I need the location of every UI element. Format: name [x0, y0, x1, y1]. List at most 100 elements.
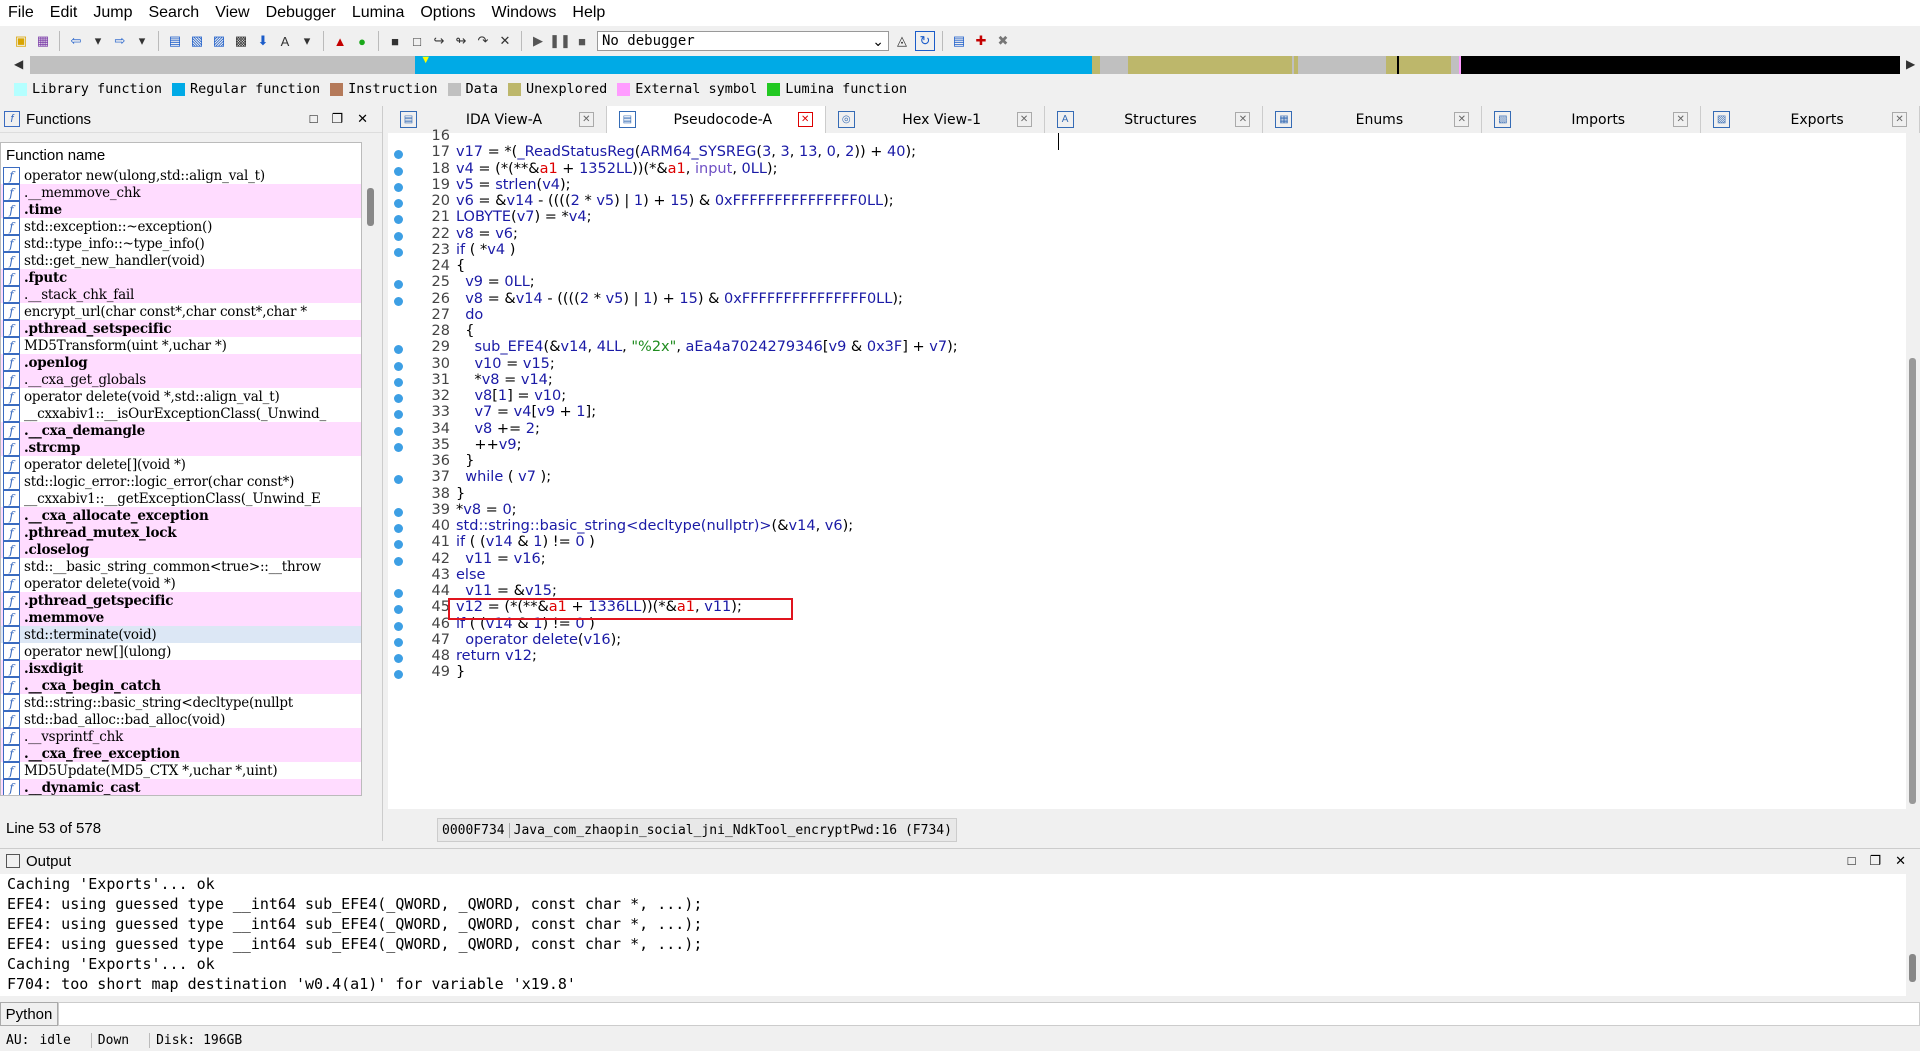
debugger-select[interactable]: No debugger ⌄ [597, 31, 889, 51]
python-language-button[interactable]: Python [0, 1002, 58, 1026]
tab-close-icon[interactable]: ✕ [1673, 112, 1689, 127]
tab-close-icon[interactable]: ✕ [1892, 112, 1908, 127]
function-list-item[interactable]: f .__memmove_chk [1, 184, 361, 201]
line-marker-dot-icon[interactable] [394, 621, 403, 631]
breakpoint-icon[interactable]: ■ [386, 32, 404, 50]
menu-windows[interactable]: Windows [483, 4, 564, 22]
python-command-input[interactable] [58, 1002, 1920, 1026]
function-list-item[interactable]: f operator delete[](void *) [1, 456, 361, 473]
green-circle-icon[interactable]: ● [353, 32, 371, 50]
dropdown-icon[interactable]: ▾ [298, 32, 316, 50]
line-marker-dot-icon[interactable] [394, 556, 403, 566]
close-icon[interactable]: ✕ [357, 111, 368, 127]
function-list-item[interactable]: f MD5Transform(uint *,uchar *) [1, 337, 361, 354]
function-list-item[interactable]: f operator delete(void *) [1, 575, 361, 592]
nav-right-arrow-icon[interactable]: ▶ [1906, 57, 1915, 71]
function-list-item[interactable]: f operator new[](ulong) [1, 643, 361, 660]
tab-close-icon[interactable]: ✕ [1454, 112, 1470, 127]
line-marker-dot-icon[interactable] [394, 377, 403, 387]
tab-close-icon[interactable]: ✕ [578, 112, 594, 127]
line-marker-dot-icon[interactable] [394, 670, 403, 680]
function-list-item[interactable]: f .time [1, 201, 361, 218]
stop-icon[interactable]: ■ [573, 32, 591, 50]
line-marker-dot-icon[interactable] [394, 182, 403, 192]
navigation-bar[interactable]: ▼ [30, 56, 1900, 74]
line-marker-dot-icon[interactable] [394, 540, 403, 550]
line-marker-dot-icon[interactable] [394, 215, 403, 225]
line-marker-dot-icon[interactable] [394, 280, 403, 290]
function-list-item[interactable]: f .__vsprintf_chk [1, 728, 361, 745]
scrollbar-thumb[interactable] [367, 188, 374, 226]
function-list-item[interactable]: f .fputc [1, 269, 361, 286]
save-icon[interactable]: ▦ [34, 32, 52, 50]
function-list-item[interactable]: f .__cxa_allocate_exception [1, 507, 361, 524]
maximize-icon[interactable]: □ [310, 111, 318, 127]
restore-icon[interactable]: ❐ [1869, 853, 1881, 869]
function-list-item[interactable]: f .pthread_getspecific [1, 592, 361, 609]
function-list-item[interactable]: f std::__basic_string_common<true>::__thr… [1, 558, 361, 575]
menu-options[interactable]: Options [412, 4, 483, 22]
function-list-item[interactable]: f .__cxa_demangle [1, 422, 361, 439]
function-list-item[interactable]: f operator new(ulong,std::align_val_t) [1, 167, 361, 184]
refresh-icon[interactable]: ↻ [915, 31, 935, 51]
remove-icon[interactable]: ✖ [994, 32, 1012, 50]
play-icon[interactable]: ▶ [529, 32, 547, 50]
attach-icon[interactable]: ◬ [893, 32, 911, 50]
line-marker-dot-icon[interactable] [394, 361, 403, 371]
step-over-icon[interactable]: ↬ [452, 32, 470, 50]
function-list-item[interactable]: f encrypt_url(char const*,char const*,cha… [1, 303, 361, 320]
add-icon[interactable]: ✚ [972, 32, 990, 50]
stop-x-icon[interactable]: ✕ [496, 32, 514, 50]
function-list-item[interactable]: f std::bad_alloc::bad_alloc(void) [1, 711, 361, 728]
function-list-item[interactable]: f std::string::basic_string<decltype(null… [1, 694, 361, 711]
line-marker-dot-icon[interactable] [394, 199, 403, 208]
menu-debugger[interactable]: Debugger [258, 4, 344, 22]
function-list-item[interactable]: f .__cxa_begin_catch [1, 677, 361, 694]
function-list-item[interactable]: f .pthread_mutex_lock [1, 524, 361, 541]
function-list-item[interactable]: f std::exception::~exception() [1, 218, 361, 235]
graph-icon[interactable]: ▲ [331, 32, 349, 50]
functions-scrollbar[interactable] [364, 142, 378, 796]
function-list-item[interactable]: f std::get_new_handler(void) [1, 252, 361, 269]
line-marker-dot-icon[interactable] [394, 507, 403, 517]
tab-close-icon[interactable]: ✕ [1235, 112, 1251, 127]
function-list-item[interactable]: f .pthread_setspecific [1, 320, 361, 337]
line-marker-dot-icon[interactable] [394, 589, 403, 598]
line-marker-dot-icon[interactable] [394, 605, 403, 615]
menu-search[interactable]: Search [140, 4, 207, 22]
line-marker-dot-icon[interactable] [394, 524, 403, 533]
maximize-icon[interactable]: □ [1848, 853, 1856, 869]
function-list-item[interactable]: f std::type_info::~type_info() [1, 235, 361, 252]
line-marker-dot-icon[interactable] [394, 150, 403, 160]
line-marker-dot-icon[interactable] [394, 166, 403, 176]
line-marker-dot-icon[interactable] [394, 475, 403, 485]
line-marker-dot-icon[interactable] [394, 426, 403, 436]
dropdown-icon[interactable]: ▾ [89, 32, 107, 50]
menu-lumina[interactable]: Lumina [344, 4, 412, 22]
menu-jump[interactable]: Jump [85, 4, 140, 22]
menu-edit[interactable]: Edit [42, 4, 86, 22]
back-arrow-icon[interactable]: ⇦ [67, 32, 85, 50]
step-into-icon[interactable]: ↪ [430, 32, 448, 50]
function-list-item[interactable]: f MD5Update(MD5_CTX *,uchar *,uint) [1, 762, 361, 779]
scrollbar-thumb[interactable] [1909, 358, 1916, 804]
print-icon[interactable]: ▩ [232, 32, 250, 50]
line-marker-dot-icon[interactable] [394, 296, 403, 306]
tab-close-icon[interactable]: ✕ [1016, 112, 1032, 127]
text-type-icon[interactable]: A [276, 32, 294, 50]
forward-arrow-icon[interactable]: ⇨ [111, 32, 129, 50]
code-line[interactable]: 49} [388, 664, 1888, 684]
menu-view[interactable]: View [207, 4, 257, 22]
line-marker-dot-icon[interactable] [394, 442, 403, 452]
line-marker-dot-icon[interactable] [394, 247, 403, 257]
output-scrollbar[interactable] [1906, 874, 1920, 996]
trace-icon[interactable]: □ [408, 32, 426, 50]
pseudocode-view[interactable]: 16 17 v17 = *(_ReadStatusReg(ARM64_SYSREG(… [388, 128, 1906, 809]
download-icon[interactable]: ⬇ [254, 32, 272, 50]
function-list-item[interactable]: f .closelog [1, 541, 361, 558]
dropdown-icon[interactable]: ▾ [133, 32, 151, 50]
function-list-item[interactable]: f .__dynamic_cast [1, 779, 361, 795]
line-marker-dot-icon[interactable] [394, 345, 403, 355]
line-marker-dot-icon[interactable] [394, 654, 403, 663]
function-list-item[interactable]: f .strcmp [1, 439, 361, 456]
